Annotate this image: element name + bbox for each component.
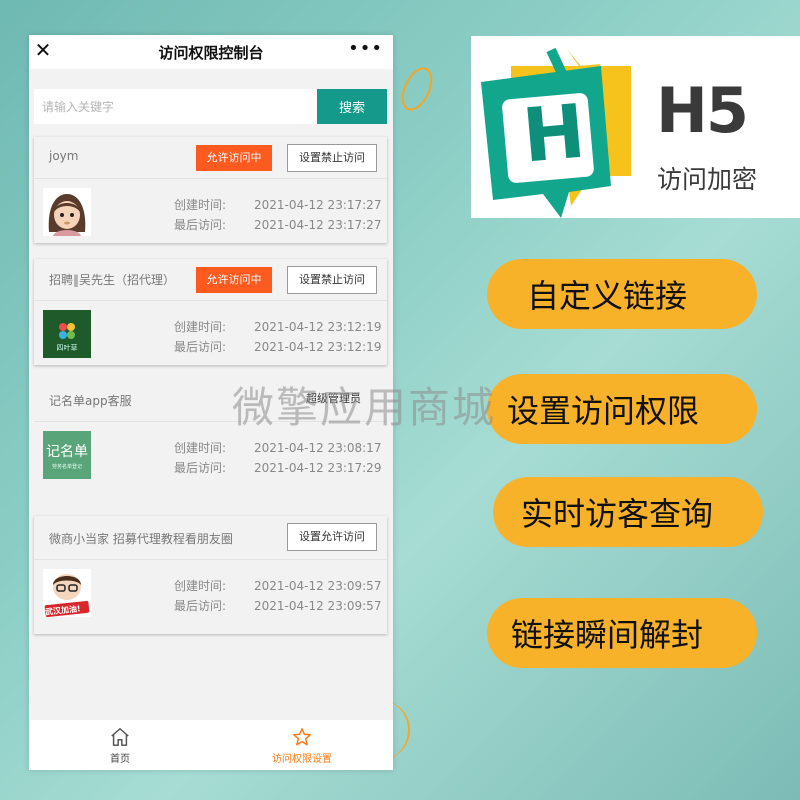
record-times: 创建时间: 2021-04-12 23:12:19 最后访问: 2021-04-12… (174, 317, 381, 357)
record-body: 武汉加油! 创建时间: 2021-04-12 23:09:57 最后访问: 2021… (34, 560, 387, 634)
set-deny-button[interactable]: 设置禁止访问 (287, 144, 377, 172)
search-button[interactable]: 搜索 (317, 89, 387, 124)
created-label: 创建时间: (174, 579, 227, 593)
tab-label: 访问权限设置 (272, 753, 332, 765)
avatar-girl-icon (43, 188, 91, 236)
record-header: 招聘‖吴先生（招代理） 允许访问中 设置禁止访问 (34, 259, 387, 301)
created-time: 2021-04-12 23:08:17 (254, 441, 382, 455)
created-time: 2021-04-12 23:09:57 (254, 579, 382, 593)
created-label: 创建时间: (174, 320, 227, 334)
record-header: 微商小当家 招募代理教程看朋友圈 设置允许访问 (34, 516, 387, 560)
record-name: 招聘‖吴先生（招代理） (49, 273, 176, 287)
avatar (43, 188, 91, 236)
page-title: 访问权限控制台 (158, 43, 264, 62)
record-times: 创建时间: 2021-04-12 23:09:57 最后访问: 2021-04-12… (174, 576, 381, 616)
created-time: 2021-04-12 23:17:27 (254, 198, 382, 212)
search-bar: 搜索 (34, 89, 387, 124)
avatar: 武汉加油! (43, 569, 91, 617)
watermark-text: 微擎应用商城 (232, 383, 497, 432)
last-visit-time: 2021-04-12 23:12:19 (254, 340, 382, 354)
home-icon (111, 727, 129, 746)
search-input[interactable] (34, 89, 317, 124)
avatar: 四叶草 (43, 310, 91, 358)
last-visit-label: 最后访问: (174, 218, 227, 232)
last-visit-label: 最后访问: (174, 340, 227, 354)
tab-bar: 首页 访问权限设置 (29, 720, 393, 770)
feature-label: 自定义链接 (527, 277, 688, 315)
feature-pill: 设置访问权限 (487, 374, 757, 444)
avatar: 记名单 劳务名单登记 (43, 431, 91, 479)
feature-label: 设置访问权限 (507, 392, 700, 430)
logo-subtitle: 访问加密 (657, 165, 758, 194)
status-badge[interactable]: 允许访问中 (196, 267, 272, 293)
close-icon[interactable]: ✕ (33, 40, 53, 60)
more-icon[interactable]: ••• (348, 40, 383, 58)
title-bar: ✕ 访问权限控制台 ••• (29, 35, 393, 69)
record-body: 创建时间: 2021-04-12 23:17:27 最后访问: 2021-04-12… (34, 179, 387, 243)
record-card: 微商小当家 招募代理教程看朋友圈 设置允许访问 武汉加油! 创建时间: 2021-… (34, 516, 387, 634)
avatar-caption: 记名单 (46, 444, 88, 460)
record-name: 微商小当家 招募代理教程看朋友圈 (49, 532, 233, 546)
record-card: 招聘‖吴先生（招代理） 允许访问中 设置禁止访问 四叶草 创建时间: 2021-0… (34, 259, 387, 365)
feature-pill: 实时访客查询 (493, 477, 763, 547)
record-body: 四叶草 创建时间: 2021-04-12 23:12:19 最后访问: 2021-0… (34, 301, 387, 365)
decorative-swirl (395, 62, 439, 116)
avatar-caption: 四叶草 (56, 344, 78, 352)
h5-logo-panel: H H5 访问加密 (471, 36, 800, 218)
created-time: 2021-04-12 23:12:19 (254, 320, 382, 334)
feature-pill: 自定义链接 (487, 259, 757, 329)
record-name: joym (49, 149, 79, 163)
created-label: 创建时间: (174, 441, 227, 455)
tab-home[interactable]: 首页 (29, 720, 211, 770)
feature-label: 实时访客查询 (521, 495, 714, 533)
set-deny-button[interactable]: 设置禁止访问 (287, 266, 377, 294)
feature-pill: 链接瞬间解封 (487, 598, 757, 668)
record-times: 创建时间: 2021-04-12 23:17:27 最后访问: 2021-04-12… (174, 195, 381, 235)
set-allow-button[interactable]: 设置允许访问 (287, 523, 377, 551)
last-visit-label: 最后访问: (174, 461, 227, 475)
logo-letter: H (519, 88, 589, 180)
record-card: joym 允许访问中 设置禁止访问 创建时间: 2021-04-12 23:17:… (34, 137, 387, 243)
avatar-subcaption: 劳务名单登记 (51, 464, 82, 470)
record-times: 创建时间: 2021-04-12 23:08:17 最后访问: 2021-04-12… (174, 438, 381, 478)
logo-title: H5 (656, 74, 749, 147)
tab-access-settings[interactable]: 访问权限设置 (211, 720, 393, 770)
last-visit-time: 2021-04-12 23:17:29 (254, 461, 382, 475)
record-header: joym 允许访问中 设置禁止访问 (34, 137, 387, 179)
tab-label: 首页 (110, 753, 130, 765)
last-visit-time: 2021-04-12 23:17:27 (254, 218, 382, 232)
created-label: 创建时间: (174, 198, 227, 212)
last-visit-label: 最后访问: (174, 599, 227, 613)
star-icon (293, 727, 311, 746)
last-visit-time: 2021-04-12 23:09:57 (254, 599, 382, 613)
feature-label: 链接瞬间解封 (511, 616, 704, 654)
status-badge[interactable]: 允许访问中 (196, 145, 272, 171)
record-name: 记名单app客服 (49, 394, 132, 408)
